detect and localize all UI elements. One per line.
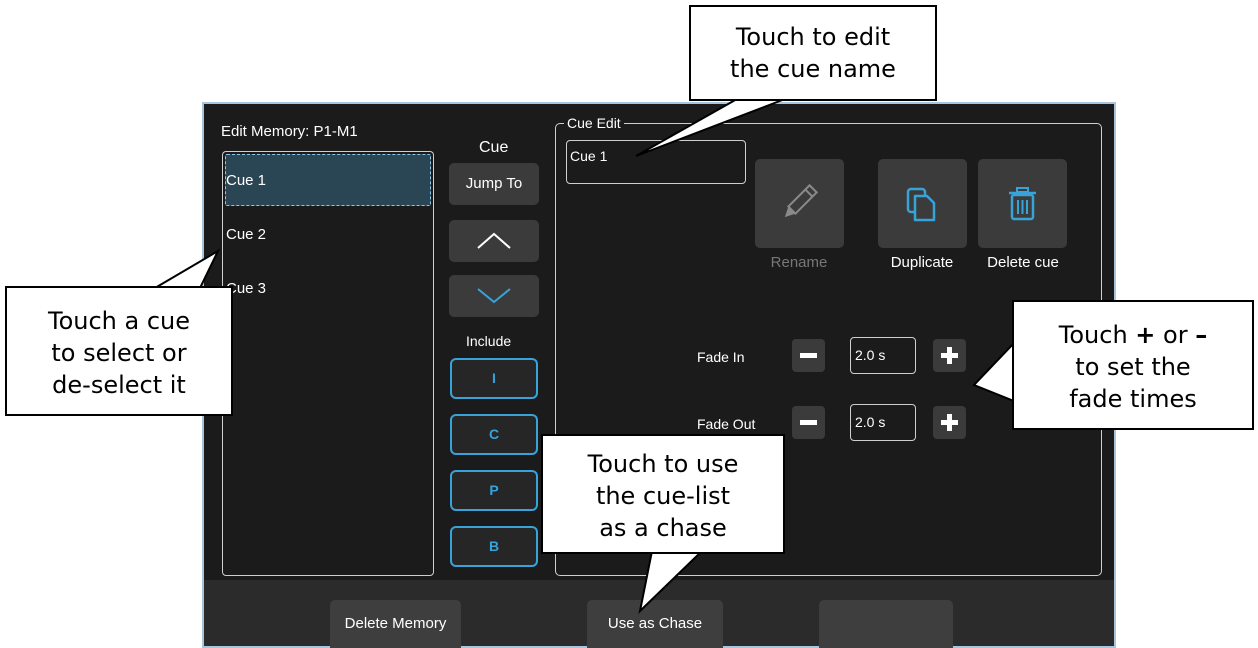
- callout-fade-times: Touch + or – to set the fade times: [1012, 300, 1254, 430]
- plus-symbol: +: [1135, 321, 1156, 349]
- callout-chase: Touch to use the cue-list as a chase: [541, 434, 785, 554]
- callout-select-cue: Touch a cue to select or de-select it: [5, 286, 233, 416]
- callout-line: as a chase: [599, 514, 727, 542]
- callout-fade-heading: Touch + or –: [1014, 319, 1252, 351]
- minus-symbol: –: [1195, 321, 1208, 349]
- callout-or: or: [1155, 321, 1196, 349]
- callout-line: Touch to edit: [735, 23, 891, 51]
- callout-edit-name: Touch to edit the cue name: [689, 5, 937, 101]
- callout-line: the cue name: [730, 55, 896, 83]
- callout-line: de-select it: [52, 371, 186, 399]
- callout-line: to set the: [1075, 353, 1191, 381]
- callout-line: Touch to use: [587, 450, 739, 478]
- callout-line: to select or: [51, 339, 187, 367]
- callout-prefix: Touch: [1058, 321, 1136, 349]
- callout-line: Touch a cue: [47, 307, 191, 335]
- callout-line: fade times: [1069, 385, 1197, 413]
- callout-line: the cue-list: [595, 482, 731, 510]
